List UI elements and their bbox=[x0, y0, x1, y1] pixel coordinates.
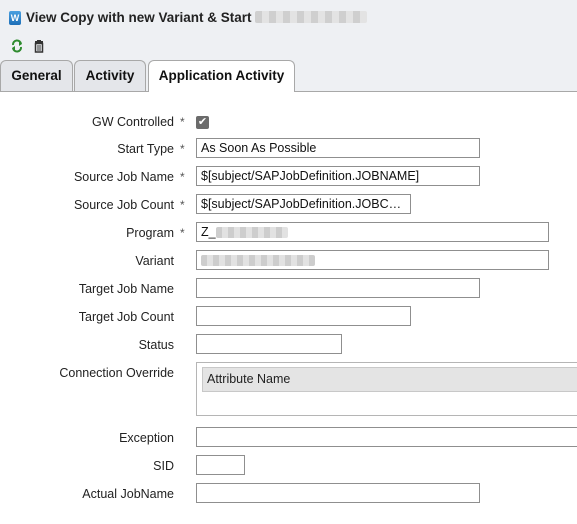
sid-field[interactable] bbox=[196, 455, 245, 475]
target-job-name-label: Target Job Name bbox=[78, 282, 174, 296]
window-title: View Copy with new Variant & Start bbox=[26, 10, 252, 25]
program-label: Program bbox=[126, 226, 174, 240]
title-bar: W View Copy with new Variant & Start bbox=[0, 0, 577, 36]
start-type-field[interactable]: As Soon As Possible bbox=[196, 138, 480, 158]
gw-controlled-label: GW Controlled bbox=[92, 115, 174, 129]
status-label: Status bbox=[138, 338, 174, 352]
refresh-icon[interactable] bbox=[10, 39, 24, 53]
required-mark: * bbox=[180, 142, 185, 156]
program-value: Z_ bbox=[201, 225, 216, 239]
target-job-name-field[interactable] bbox=[196, 278, 480, 298]
source-job-name-field[interactable]: $[subject/SAPJobDefinition.JOBNAME] bbox=[196, 166, 480, 186]
tab-application-activity[interactable]: Application Activity bbox=[148, 60, 295, 92]
required-mark: * bbox=[180, 115, 185, 129]
source-job-count-field[interactable]: $[subject/SAPJobDefinition.JOBCOUNT] bbox=[196, 194, 411, 214]
target-job-count-label: Target Job Count bbox=[78, 310, 174, 324]
source-job-name-label: Source Job Name bbox=[73, 170, 174, 184]
exception-field[interactable] bbox=[196, 427, 577, 447]
variant-label: Variant bbox=[135, 254, 174, 268]
app-icon: W bbox=[9, 11, 21, 25]
required-mark: * bbox=[180, 198, 185, 212]
tab-bar: General Activity Application Activity bbox=[0, 58, 577, 92]
variant-field[interactable] bbox=[196, 250, 549, 270]
start-type-label: Start Type bbox=[117, 142, 174, 156]
redacted-text bbox=[201, 255, 315, 267]
attribute-name-column-header[interactable]: Attribute Name bbox=[202, 367, 577, 392]
status-field[interactable] bbox=[196, 334, 342, 354]
connection-override-table[interactable]: Attribute Name bbox=[196, 362, 577, 416]
connection-override-label: Connection Override bbox=[59, 366, 174, 380]
required-mark: * bbox=[180, 170, 185, 184]
sid-label: SID bbox=[153, 459, 174, 473]
redacted-text bbox=[215, 227, 288, 239]
required-mark: * bbox=[180, 226, 185, 240]
redacted-title-text bbox=[255, 11, 367, 23]
delete-icon[interactable] bbox=[32, 39, 46, 53]
actual-jobname-field[interactable] bbox=[196, 483, 480, 503]
target-job-count-field[interactable] bbox=[196, 306, 411, 326]
gw-controlled-checkbox[interactable]: ✔ bbox=[196, 116, 209, 129]
tab-activity[interactable]: Activity bbox=[74, 60, 146, 91]
actual-jobname-label: Actual JobName bbox=[82, 487, 174, 501]
toolbar bbox=[0, 36, 577, 58]
tab-general[interactable]: General bbox=[0, 60, 73, 91]
exception-label: Exception bbox=[119, 431, 174, 445]
source-job-count-label: Source Job Count bbox=[73, 198, 174, 212]
program-field[interactable]: Z_ bbox=[196, 222, 549, 242]
